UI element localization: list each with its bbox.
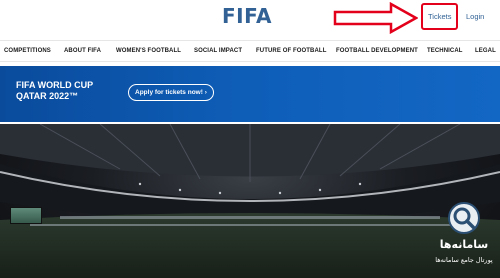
stadium-screen [10, 207, 42, 224]
nav-item-football-development[interactable]: FOOTBALL DEVELOPMENT [336, 48, 418, 54]
stadium-hero-image [0, 124, 500, 278]
stadium-illustration [0, 124, 500, 278]
tickets-highlight-box [421, 3, 458, 30]
apply-for-tickets-button[interactable]: Apply for tickets now! › [128, 84, 214, 101]
nav-item-technical[interactable]: TECHNICAL [427, 48, 463, 54]
watermark-subtitle: پورتال جامع سامانه‌ها [435, 256, 493, 264]
nav-item-legal[interactable]: LEGAL [475, 48, 496, 54]
nav-item-future-of-football[interactable]: FUTURE OF FOOTBALL [256, 48, 326, 54]
fifa-logo[interactable]: FIFA [222, 4, 272, 28]
login-link[interactable]: Login [466, 12, 484, 21]
nav-item-womens-football[interactable]: WOMEN'S FOOTBALL [116, 48, 181, 54]
magnifier-logo-icon [448, 202, 480, 234]
watermark-title: سامانه‌ها [439, 238, 489, 251]
annotation-arrow-icon [333, 2, 418, 34]
main-nav: COMPETITIONS ABOUT FIFA WOMEN'S FOOTBALL… [0, 40, 500, 62]
banner-title: FIFA WORLD CUP QATAR 2022™ [16, 80, 93, 101]
nav-item-about-fifa[interactable]: ABOUT FIFA [64, 48, 101, 54]
nav-item-social-impact[interactable]: SOCIAL IMPACT [194, 48, 242, 54]
world-cup-banner: FIFA WORLD CUP QATAR 2022™ Apply for tic… [0, 66, 500, 122]
samaneha-watermark: سامانه‌ها پورتال جامع سامانه‌ها [432, 202, 496, 274]
site-header: FIFA Tickets Login [0, 0, 500, 38]
nav-item-competitions[interactable]: COMPETITIONS [4, 48, 51, 54]
